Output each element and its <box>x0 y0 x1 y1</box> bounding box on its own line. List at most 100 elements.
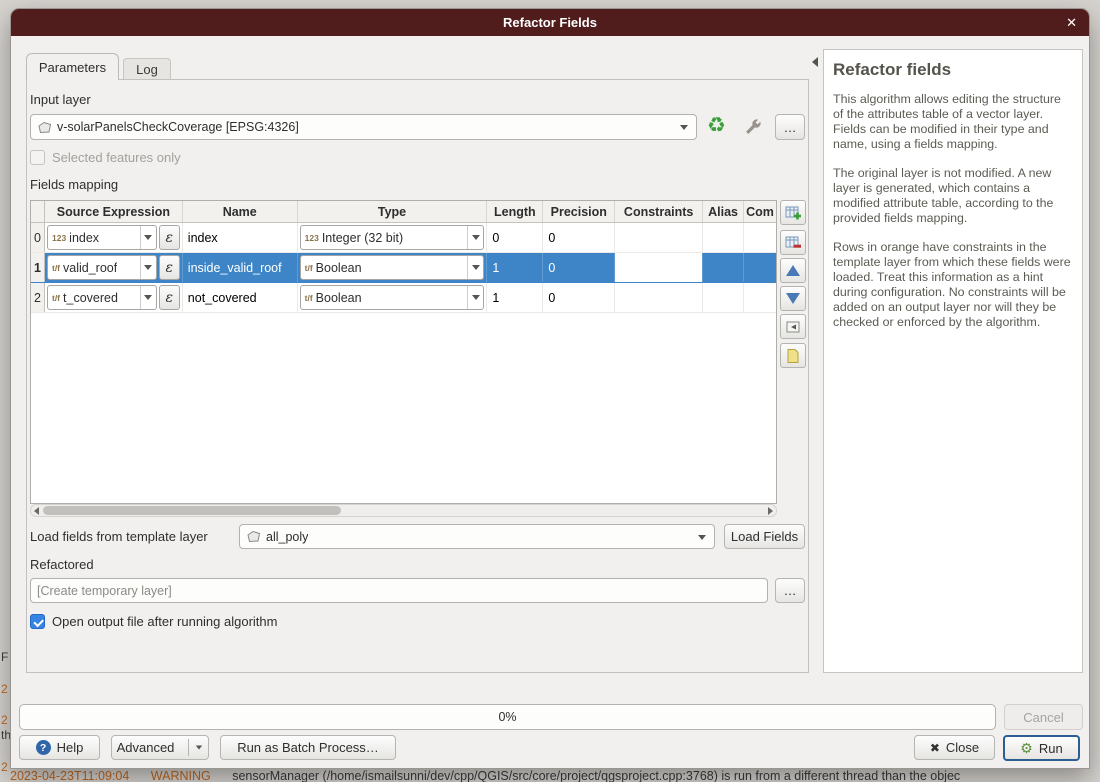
help-paragraph: Rows in orange have constraints in the t… <box>833 240 1073 330</box>
load-fields-button[interactable]: Load Fields <box>724 524 805 549</box>
fields-mapping-table: Source Expression Name Type Length Preci… <box>30 200 777 504</box>
row-header[interactable]: 1 <box>31 253 45 282</box>
alias-cell[interactable] <box>703 253 744 282</box>
column-header-length[interactable]: Length <box>487 201 543 222</box>
up-arrow-icon <box>786 265 800 276</box>
open-output-checkbox[interactable] <box>30 614 45 629</box>
chevron-down-icon[interactable] <box>140 286 156 309</box>
expression-builder-button[interactable]: ε <box>159 285 180 310</box>
column-header-rownum <box>31 201 45 222</box>
constraints-cell[interactable] <box>615 223 703 252</box>
source-expression-cell: 123 index ε <box>45 223 183 252</box>
name-cell[interactable]: index <box>183 223 298 252</box>
reset-fields-button[interactable] <box>780 314 806 339</box>
input-layer-browse-button[interactable]: … <box>775 114 805 140</box>
iterate-over-layer-button[interactable]: ♻ <box>707 115 726 137</box>
collapse-panel-arrow-icon[interactable] <box>812 57 818 67</box>
tab-parameters[interactable]: Parameters <box>26 53 119 80</box>
expression-combobox[interactable]: t/f t_covered <box>47 285 157 310</box>
log-fragment: 2 <box>1 682 8 696</box>
refactored-output-input[interactable]: [Create temporary layer] <box>30 578 768 603</box>
comment-cell[interactable] <box>744 283 776 312</box>
help-paragraph: The original layer is not modified. A ne… <box>833 166 1073 226</box>
open-output-label: Open output file after running algorithm <box>52 614 277 629</box>
template-layer-combobox[interactable]: all_poly <box>239 524 715 549</box>
constraints-cell[interactable] <box>615 253 703 282</box>
row-header[interactable]: 0 <box>31 223 45 252</box>
constraints-cell[interactable] <box>615 283 703 312</box>
template-layer-label: Load fields from template layer <box>30 529 208 544</box>
advanced-button[interactable]: Advanced <box>111 735 209 760</box>
expression-builder-button[interactable]: ε <box>159 225 180 250</box>
comment-cell[interactable] <box>744 223 776 252</box>
precision-cell[interactable]: 0 <box>543 253 615 282</box>
length-cell[interactable]: 1 <box>487 283 543 312</box>
type-combobox[interactable]: 123 Integer (32 bit) <box>300 225 485 250</box>
dialog-titlebar[interactable]: Refactor Fields ✕ <box>11 9 1089 36</box>
table-horizontal-scrollbar[interactable] <box>30 504 777 517</box>
input-layer-combobox[interactable]: v-solarPanelsCheckCoverage [EPSG:4326] <box>30 114 697 140</box>
chevron-down-icon[interactable] <box>140 226 156 249</box>
column-header-precision[interactable]: Precision <box>543 201 615 222</box>
type-cell: 123 Integer (32 bit) <box>298 223 488 252</box>
type-combobox[interactable]: t/f Boolean <box>300 255 485 280</box>
chevron-down-icon[interactable] <box>467 256 483 279</box>
column-header-type[interactable]: Type <box>298 201 488 222</box>
run-as-batch-button[interactable]: Run as Batch Process… <box>220 735 396 760</box>
scroll-left-icon[interactable] <box>34 507 39 515</box>
chevron-down-icon[interactable] <box>467 226 483 249</box>
comment-cell[interactable] <box>744 253 776 282</box>
name-cell[interactable]: not_covered <box>183 283 298 312</box>
polygon-layer-icon <box>37 121 52 134</box>
alias-cell[interactable] <box>703 283 744 312</box>
log-fragment: 2 <box>1 713 8 727</box>
load-fields-from-file-button[interactable] <box>780 343 806 368</box>
iterate-icon: ♻ <box>707 114 726 137</box>
fields-mapping-label: Fields mapping <box>30 177 118 192</box>
polygon-layer-icon <box>246 530 261 543</box>
expression-builder-button[interactable]: ε <box>159 255 180 280</box>
length-cell[interactable]: 0 <box>487 223 543 252</box>
scroll-right-icon[interactable] <box>768 507 773 515</box>
output-browse-button[interactable]: … <box>775 578 805 603</box>
reset-icon <box>785 319 801 335</box>
scrollbar-thumb[interactable] <box>43 506 341 515</box>
chevron-down-icon[interactable] <box>140 256 156 279</box>
refactored-label: Refactored <box>30 557 94 572</box>
close-button[interactable]: ✖ Close <box>914 735 995 760</box>
expression-combobox[interactable]: t/f valid_roof <box>47 255 157 280</box>
precision-cell[interactable]: 0 <box>543 223 615 252</box>
add-field-button[interactable] <box>780 200 806 225</box>
remove-field-button[interactable] <box>780 230 806 255</box>
advanced-options-button[interactable] <box>743 117 763 142</box>
boolean-field-icon: t/f <box>52 263 60 273</box>
type-combobox[interactable]: t/f Boolean <box>300 285 485 310</box>
expression-combobox[interactable]: 123 index <box>47 225 157 250</box>
name-cell[interactable]: inside_valid_roof <box>183 253 298 282</box>
window-close-icon[interactable]: ✕ <box>1066 9 1077 36</box>
tab-log[interactable]: Log <box>123 58 171 80</box>
column-header-constraints[interactable]: Constraints <box>615 201 703 222</box>
column-header-name[interactable]: Name <box>183 201 298 222</box>
down-arrow-icon <box>786 293 800 304</box>
length-cell[interactable]: 1 <box>487 253 543 282</box>
column-header-alias[interactable]: Alias <box>703 201 744 222</box>
column-header-source-expression[interactable]: Source Expression <box>45 201 183 222</box>
selected-features-checkbox <box>30 150 45 165</box>
help-paragraph: This algorithm allows editing the struct… <box>833 92 1073 152</box>
table-remove-icon <box>785 235 801 251</box>
input-layer-value: v-solarPanelsCheckCoverage [EPSG:4326] <box>57 120 299 134</box>
move-field-up-button[interactable] <box>780 258 806 283</box>
alias-cell[interactable] <box>703 223 744 252</box>
table-row-selected: 1 t/f valid_roof ε inside_valid_roof t/f <box>31 253 776 283</box>
log-fragment: 2 <box>1 760 8 774</box>
row-header[interactable]: 2 <box>31 283 45 312</box>
move-field-down-button[interactable] <box>780 286 806 311</box>
column-header-comment[interactable]: Com <box>744 201 776 222</box>
chevron-down-icon[interactable] <box>467 286 483 309</box>
help-icon: ? <box>36 740 51 755</box>
run-button[interactable]: ⚙ Run <box>1003 735 1080 761</box>
precision-cell[interactable]: 0 <box>543 283 615 312</box>
help-button[interactable]: ? Help <box>19 735 100 760</box>
dialog-title: Refactor Fields <box>503 15 597 30</box>
